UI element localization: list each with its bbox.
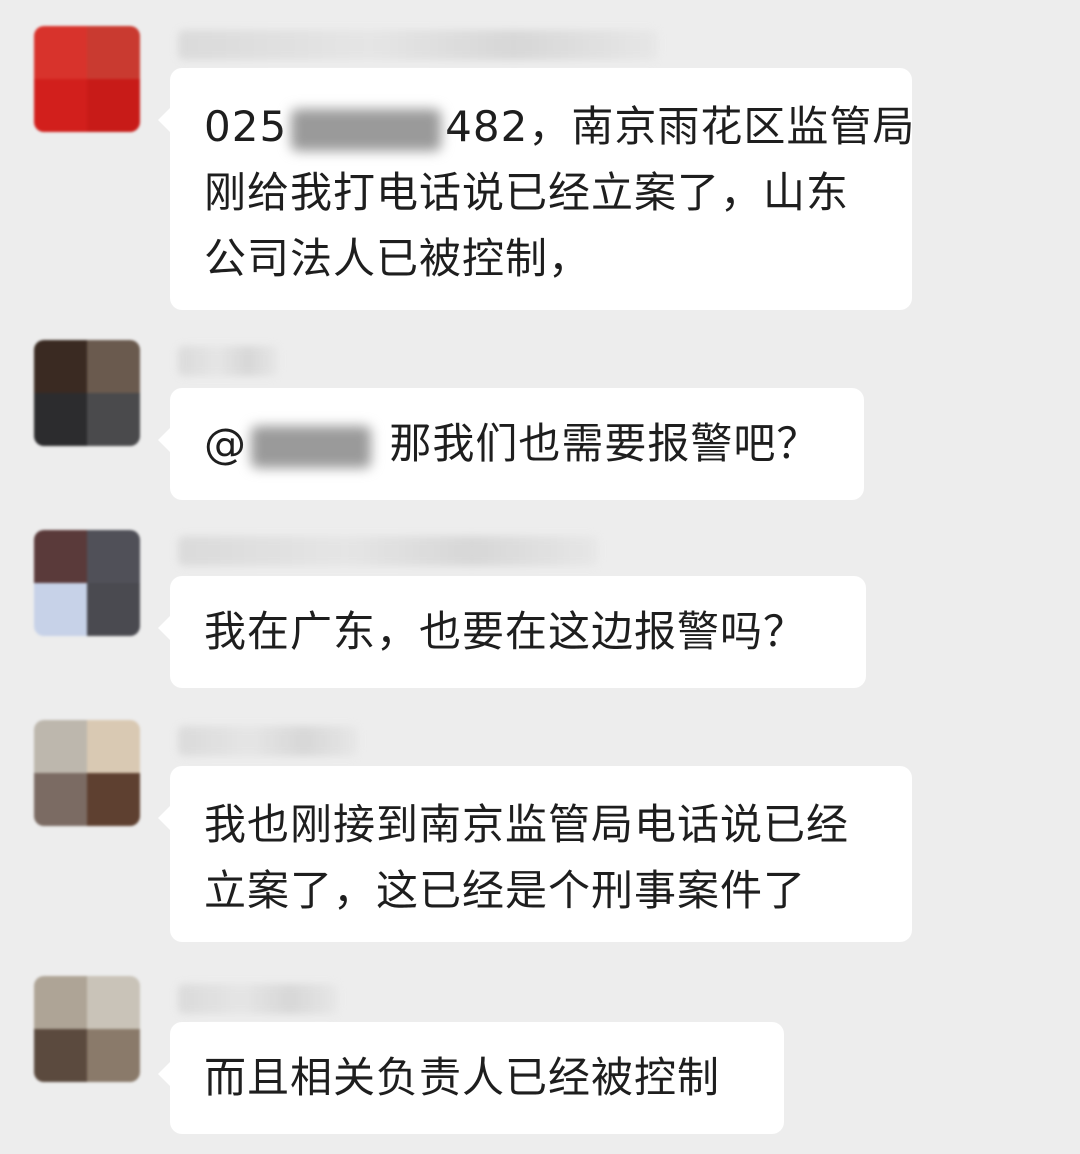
avatar-block (34, 1029, 87, 1082)
sender-name-redacted (178, 536, 598, 566)
message-bubble[interactable]: @ 那我们也需要报警吧？ (158, 388, 864, 500)
avatar-block (87, 976, 140, 1029)
message-line: 而且相关负责人已经被控制 (204, 1053, 721, 1102)
sender-name-redacted (178, 984, 338, 1014)
message-line: 立案了，这已经是个刑事案件了 (204, 866, 807, 915)
avatar-block (34, 720, 87, 773)
sender-name-redacted (178, 30, 658, 60)
avatar-block (34, 79, 87, 132)
avatar-block (87, 773, 140, 826)
avatar-block (34, 773, 87, 826)
avatar-block (34, 340, 87, 393)
message-line: @ 那我们也需要报警吧？ (204, 411, 830, 477)
avatar-block (34, 393, 87, 446)
avatar-block (87, 340, 140, 393)
avatar[interactable] (34, 976, 140, 1082)
message-line: 我也刚接到南京监管局电话说已经 (204, 800, 850, 849)
redacted-mention-name (251, 425, 371, 468)
avatar-block (34, 583, 87, 636)
avatar-block (87, 1029, 140, 1082)
phone-prefix: 025 (204, 102, 288, 151)
message-line: 刚给我打电话说已经立案了，山东 (204, 168, 850, 217)
avatar-block (87, 393, 140, 446)
message-text: 那我们也需要报警吧？ (375, 419, 820, 468)
avatar-block (34, 976, 87, 1029)
avatar-block (87, 720, 140, 773)
message-line: 公司法人已被控制， (204, 234, 592, 283)
avatar-block (34, 26, 87, 79)
avatar-block (87, 26, 140, 79)
avatar[interactable] (34, 26, 140, 132)
mention-at: @ (204, 419, 247, 468)
message-bubble[interactable]: 我也刚接到南京监管局电话说已经 立案了，这已经是个刑事案件了 (158, 766, 912, 942)
avatar-block (87, 530, 140, 583)
redacted-phone-digits (291, 108, 442, 151)
sender-name-redacted (178, 726, 358, 756)
sender-name-redacted (178, 346, 278, 376)
message-bubble[interactable]: 025 482，南京雨花区监管局 刚给我打电话说已经立案了，山东 公司法人已被控制… (158, 68, 914, 310)
message-line: 我在广东，也要在这边报警吗？ (204, 607, 807, 656)
avatar[interactable] (34, 340, 140, 446)
chat-window: 025 482，南京雨花区监管局 刚给我打电话说已经立案了，山东 公司法人已被控制… (0, 0, 1080, 1154)
message-bubble[interactable]: 我在广东，也要在这边报警吗？ (158, 576, 866, 688)
message-line: 025 482，南京雨花区监管局 (204, 94, 914, 160)
avatar-block (87, 583, 140, 636)
avatar[interactable] (34, 530, 140, 636)
avatar-block (87, 79, 140, 132)
message-text: 482，南京雨花区监管局 (445, 102, 916, 151)
avatar-block (34, 530, 87, 583)
avatar[interactable] (34, 720, 140, 826)
message-bubble[interactable]: 而且相关负责人已经被控制 (158, 1022, 784, 1134)
